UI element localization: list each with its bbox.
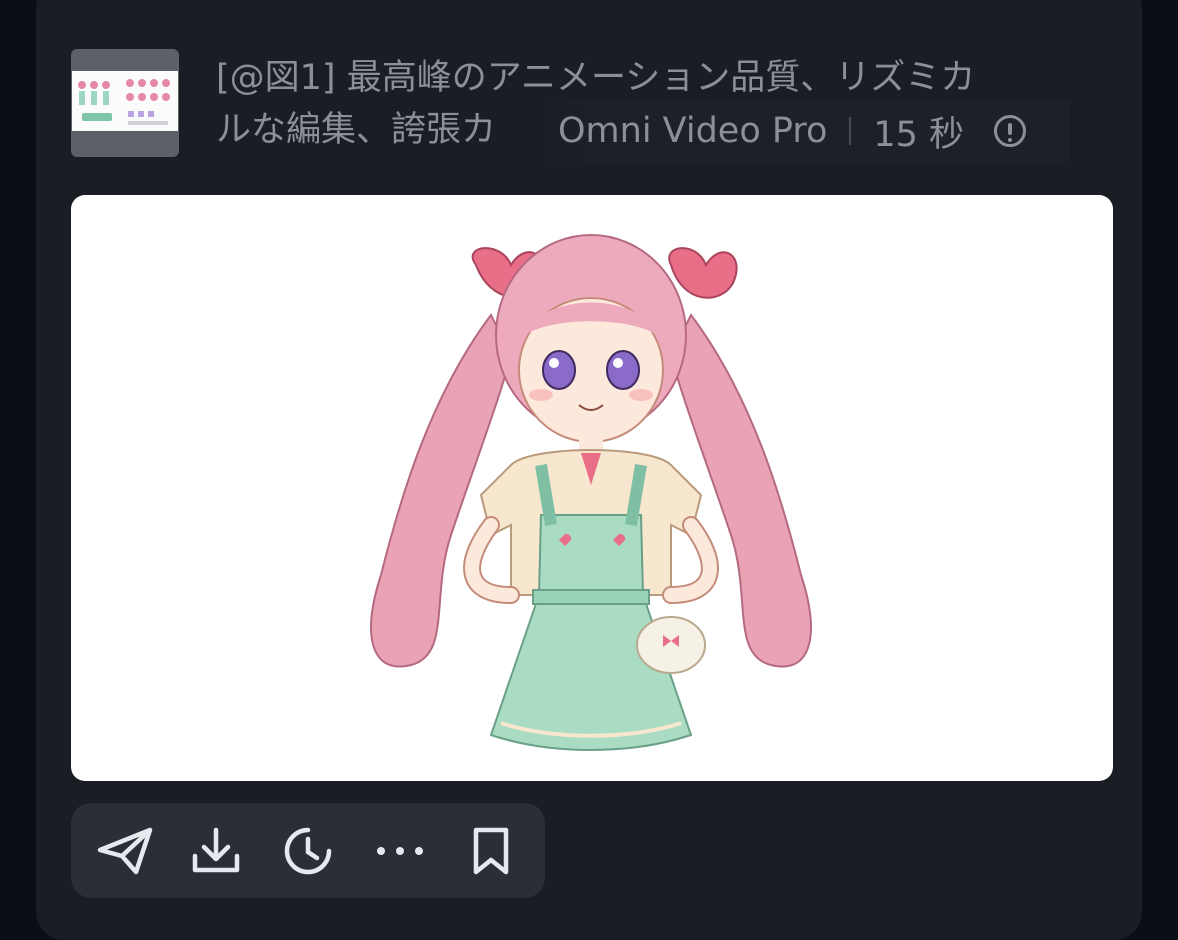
video-preview[interactable] <box>71 195 1113 781</box>
meta-divider <box>849 117 852 145</box>
bookmark-icon[interactable] <box>461 821 521 881</box>
more-icon[interactable] <box>370 821 430 881</box>
generation-meta: Omni Video Pro 15 秒 <box>530 100 1070 162</box>
model-name: Omni Video Pro <box>558 111 828 151</box>
history-icon[interactable] <box>278 821 338 881</box>
info-icon[interactable] <box>994 115 1027 147</box>
prompt-line-1: [@図1] 最高峰のアニメーション品質、リズミカ <box>216 58 976 98</box>
reference-sheet-image <box>72 71 178 131</box>
action-toolbar <box>71 803 545 898</box>
send-icon[interactable] <box>95 821 155 881</box>
reference-thumbnail[interactable] <box>71 49 179 157</box>
anime-girl-illustration <box>370 234 812 751</box>
download-icon[interactable] <box>186 821 246 881</box>
duration-label: 15 秒 <box>873 114 965 155</box>
